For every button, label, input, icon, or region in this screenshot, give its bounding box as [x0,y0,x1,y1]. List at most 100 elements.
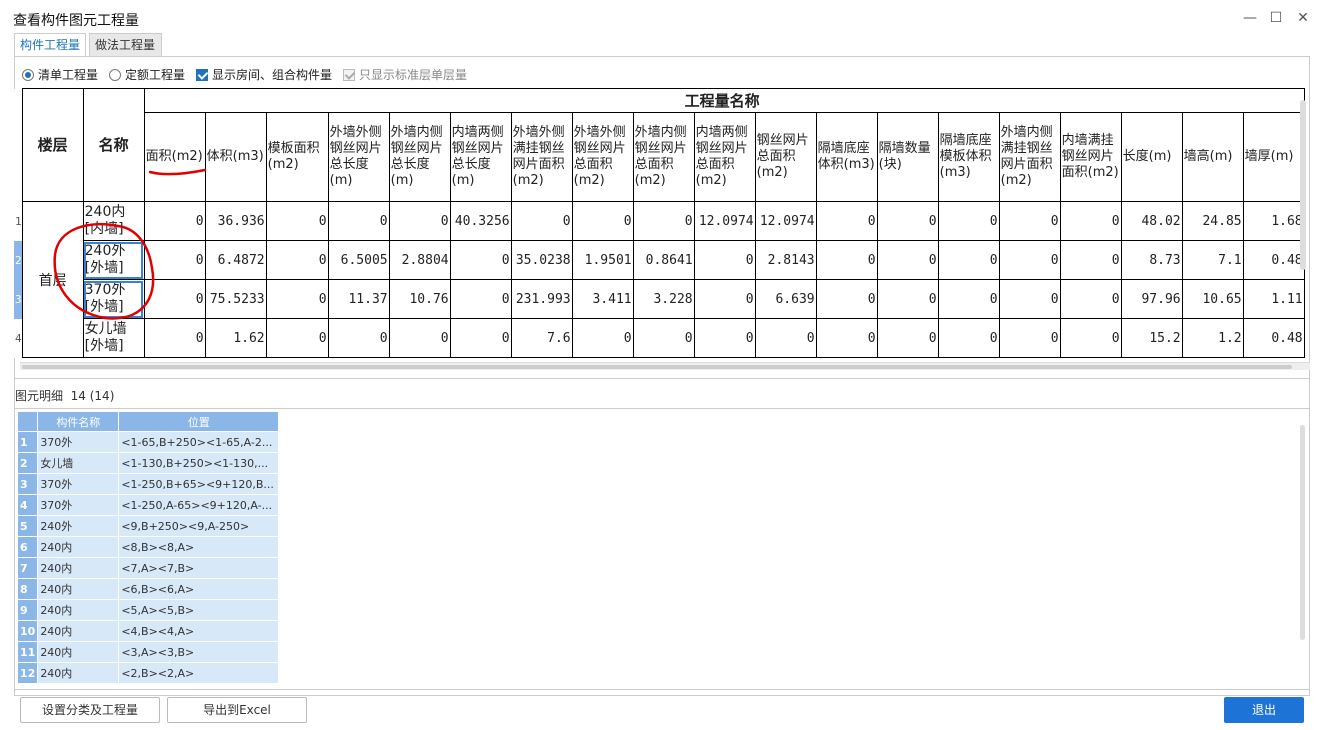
quantity-value-cell[interactable]: 75.5233 [204,279,267,319]
settings-button[interactable]: 设置分类及工程量 [20,697,160,723]
quantity-value-cell[interactable]: 0 [449,240,512,280]
quantity-value-cell[interactable]: 0 [632,318,695,358]
component-name-cell[interactable]: 240外 [外墙] [82,240,145,280]
detail-component-name[interactable]: 240内 [37,536,120,558]
detail-component-name[interactable]: 240内 [37,620,120,642]
detail-row-number[interactable]: 4 [16,494,39,516]
detail-component-name[interactable]: 240内 [37,578,120,600]
row-number[interactable]: 2 [14,240,23,280]
detail-row-number[interactable]: 6 [16,536,39,558]
quantity-value-cell[interactable]: 0.48 [1242,240,1305,280]
quantity-value-cell[interactable]: 7.1 [1181,240,1244,280]
detail-row[interactable]: 5 240外 <9,B+250><9,A-250> [16,515,280,537]
quantity-value-cell[interactable]: 231.993 [510,279,573,319]
radio-bill-quantity[interactable]: 清单工程量 [22,66,98,84]
row-number[interactable]: 1 [14,201,23,241]
quantity-value-cell[interactable]: 15.2 [1120,318,1183,358]
row-number[interactable]: 3 [14,279,23,319]
col-header-quantity[interactable]: 外墙内侧钢丝网片总长度(m) [388,112,451,202]
quantity-value-cell[interactable]: 0 [815,279,878,319]
quantity-value-cell[interactable]: 0 [571,318,634,358]
quantity-value-cell[interactable]: 0 [998,318,1061,358]
col-header-quantity[interactable]: 内墙两侧钢丝网片总面积(m2) [693,112,756,202]
col-header-quantity[interactable]: 隔墙底座体积(m3) [815,112,878,202]
col-header-quantity[interactable]: 内墙满挂钢丝网片面积(m2) [1059,112,1122,202]
quantity-value-cell[interactable]: 6.4872 [204,240,267,280]
quantity-value-cell[interactable]: 0 [265,240,329,280]
detail-row[interactable]: 10 240内 <4,B><4,A> [16,620,280,642]
quantity-value-cell[interactable]: 0 [1059,318,1122,358]
detail-component-name[interactable]: 240外 [37,515,120,537]
detail-row-number[interactable]: 5 [16,515,39,537]
radio-quota-quantity[interactable]: 定额工程量 [109,66,185,84]
quantity-value-cell[interactable]: 0 [815,240,878,280]
quantity-value-cell[interactable]: 0 [265,279,329,319]
tab-method-quantity[interactable]: 做法工程量 [89,33,162,57]
quantity-value-cell[interactable]: 3.228 [632,279,695,319]
exit-button[interactable]: 退出 [1224,697,1304,723]
maximize-icon[interactable]: ☐ [1266,8,1286,28]
quantity-value-cell[interactable]: 0 [571,201,634,241]
detail-row-number[interactable]: 10 [16,620,39,642]
quantity-value-cell[interactable]: 6.639 [754,279,817,319]
quantity-value-cell[interactable]: 0 [815,318,878,358]
detail-row[interactable]: 4 370外 <1-250,A-65><9+120,A-... [16,494,280,516]
quantity-value-cell[interactable]: 0 [693,279,756,319]
col-header-quantity[interactable]: 墙高(m) [1181,112,1244,202]
detail-row[interactable]: 7 240内 <7,A><7,B> [16,557,280,579]
detail-row[interactable]: 6 240内 <8,B><8,A> [16,536,280,558]
quantity-value-cell[interactable]: 0 [693,240,756,280]
component-name-cell[interactable]: 女儿墙 [外墙] [82,318,145,358]
detail-col-name[interactable]: 构件名称 [37,411,120,432]
quantity-value-cell[interactable]: 24.85 [1181,201,1244,241]
quantity-value-cell[interactable]: 0 [937,201,1000,241]
quantity-value-cell[interactable]: 0 [754,318,817,358]
col-header-quantity[interactable]: 模板面积(m2) [265,112,329,202]
quantity-value-cell[interactable]: 0 [937,240,1000,280]
detail-component-name[interactable]: 240内 [37,641,120,663]
scrollbar-thumb[interactable] [22,365,1292,369]
col-header-quantity[interactable]: 内墙两侧钢丝网片总长度(m) [449,112,512,202]
quantity-value-cell[interactable]: 0.8641 [632,240,695,280]
component-name-cell[interactable]: 240内 [内墙] [82,201,145,241]
table-row[interactable]: 2 240外 [外墙] 0 6.4872 0 6.5005 2.8804 0 35.0238 1.… [14,240,1305,280]
quantity-value-cell[interactable]: 10.65 [1181,279,1244,319]
quantity-value-cell[interactable]: 0 [1059,240,1122,280]
quantity-value-cell[interactable]: 0 [876,279,939,319]
detail-row-number[interactable]: 11 [16,641,39,663]
col-header-quantity[interactable]: 外墙内侧满挂钢丝网片面积(m2) [998,112,1061,202]
detail-component-name[interactable]: 240内 [37,557,120,579]
quantity-value-cell[interactable]: 0 [388,201,451,241]
quantity-value-cell[interactable]: 0 [937,279,1000,319]
quantity-value-cell[interactable]: 0 [327,318,390,358]
checkbox-show-room[interactable]: 显示房间、组合构件量 [196,66,332,84]
detail-row-number[interactable]: 8 [16,578,39,600]
minimize-icon[interactable]: — [1240,8,1260,28]
detail-position[interactable]: <1-250,B+65><9+120,B... [118,473,280,495]
quantity-value-cell[interactable]: 1.9501 [571,240,634,280]
detail-row-number[interactable]: 9 [16,599,39,621]
detail-position[interactable]: <2,B><2,A> [118,662,280,684]
col-header-quantity[interactable]: 外墙外侧钢丝网片总面积(m2) [571,112,634,202]
quantity-value-cell[interactable]: 0 [449,279,512,319]
quantity-value-cell[interactable]: 1.2 [1181,318,1244,358]
detail-component-name[interactable]: 240内 [37,599,120,621]
quantity-value-cell[interactable]: 0 [388,318,451,358]
table-row[interactable]: 1 首层 240内 [内墙] 0 36.936 0 0 0 40.3256 0 0 0 12.0974 1… [14,201,1305,358]
detail-position[interactable]: <3,A><3,B> [118,641,280,663]
quantity-value-cell[interactable]: 0 [327,201,390,241]
table-row[interactable]: 4 女儿墙 [外墙] 0 1.62 0 0 0 0 7.6 0 0 0 0 0 0 0 0 0 15.2 1.2 0.4… [14,318,1305,358]
detail-component-name[interactable]: 370外 [37,494,120,516]
quantity-value-cell[interactable]: 2.8804 [388,240,451,280]
tab-component-quantity[interactable]: 构件工程量 [14,33,86,57]
col-header-quantity[interactable]: 面积(m2) [143,112,206,202]
quantity-value-cell[interactable]: 2.8143 [754,240,817,280]
quantity-value-cell[interactable]: 8.73 [1120,240,1183,280]
detail-component-name[interactable]: 370外 [37,473,120,495]
row-number[interactable]: 4 [14,318,23,358]
quantity-value-cell[interactable]: 0 [998,279,1061,319]
quantity-value-cell[interactable]: 1.68 [1242,201,1305,241]
export-excel-button[interactable]: 导出到Excel [167,697,307,723]
col-header-quantity[interactable]: 外墙外侧满挂钢丝网片面积(m2) [510,112,573,202]
quantity-value-cell[interactable]: 0 [143,240,206,280]
